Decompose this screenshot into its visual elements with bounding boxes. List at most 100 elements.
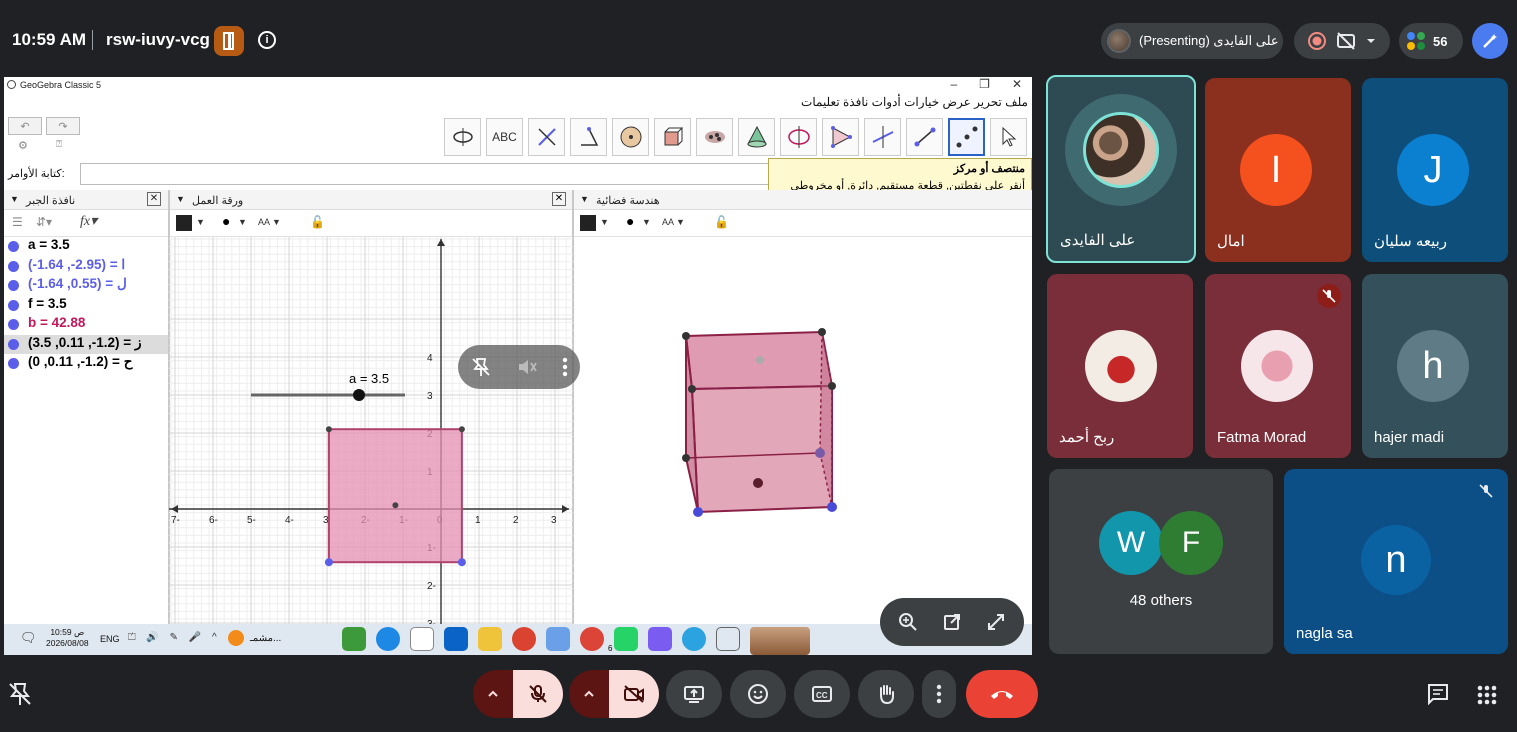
unpin-icon[interactable] xyxy=(470,356,492,378)
label-style-icon[interactable]: AA ▼ xyxy=(662,217,685,227)
others-tile[interactable]: W F 48 others xyxy=(1049,469,1273,654)
point-style-icon[interactable]: ● xyxy=(222,213,230,229)
cube[interactable] xyxy=(682,328,837,517)
search-thumbnail[interactable] xyxy=(750,627,810,655)
algebra-item[interactable]: a = 3.5 xyxy=(4,237,168,257)
visibility-toggle-icon[interactable] xyxy=(8,260,19,272)
edge-icon[interactable] xyxy=(376,627,400,651)
fx-icon[interactable]: fx▾ xyxy=(80,213,97,230)
notification-icon[interactable]: 🗨 xyxy=(20,630,37,646)
participant-tile[interactable]: n nagla sa xyxy=(1284,469,1508,654)
geogebra-icon[interactable] xyxy=(410,627,434,651)
point[interactable] xyxy=(457,558,466,567)
unpin-icon[interactable] xyxy=(6,680,34,708)
point[interactable] xyxy=(324,558,333,567)
task-view-icon[interactable] xyxy=(716,627,740,651)
open-in-new-icon[interactable] xyxy=(935,605,969,639)
text-tool-icon[interactable]: ABC xyxy=(486,118,523,156)
raise-hand-icon[interactable] xyxy=(858,670,914,718)
menu-bar[interactable]: ملف تحرير عرض خيارات أدوات نافذة تعليمات xyxy=(801,95,1028,109)
point[interactable] xyxy=(392,502,399,509)
lock-icon[interactable]: 🔓 xyxy=(714,215,729,229)
undo-icon[interactable]: ↶ xyxy=(8,117,42,135)
visibility-toggle-icon[interactable] xyxy=(8,319,19,330)
point[interactable] xyxy=(325,426,332,433)
panel-menu-icon[interactable]: ▼ xyxy=(176,194,185,204)
visibility-toggle-icon[interactable] xyxy=(8,299,19,311)
chevron-down-icon[interactable]: ▼ xyxy=(642,217,651,227)
participant-tile[interactable]: ربح أحمد xyxy=(1047,274,1193,458)
participant-tile[interactable]: h hajer madi xyxy=(1362,274,1508,458)
restore-icon[interactable]: ❐ xyxy=(979,77,990,91)
net-tool-icon[interactable] xyxy=(696,118,733,156)
lock-icon[interactable]: 🔓 xyxy=(310,215,325,229)
panel-menu-icon[interactable]: ▼ xyxy=(580,194,589,204)
panel-menu-icon[interactable]: ▼ xyxy=(10,194,19,204)
participant-tile[interactable]: Fatma Morad xyxy=(1205,274,1351,458)
fullscreen-icon[interactable] xyxy=(979,605,1013,639)
presenting-indicator[interactable]: (Presenting) على الفايدى xyxy=(1101,23,1283,59)
participant-tile[interactable]: على الفايدى xyxy=(1046,75,1196,263)
minimize-icon[interactable]: – xyxy=(950,77,957,91)
telegram-icon[interactable] xyxy=(682,627,706,651)
3d-graphics-view[interactable] xyxy=(574,237,1032,635)
visibility-toggle-icon[interactable] xyxy=(8,338,19,350)
point[interactable] xyxy=(458,426,465,433)
close-icon[interactable]: ✕ xyxy=(147,192,161,206)
activities-icon[interactable] xyxy=(1476,684,1498,711)
participant-tile[interactable]: J ربيعه سليان xyxy=(1362,78,1508,262)
algebra-item[interactable]: (-1.64 ,0.55) = ل xyxy=(4,276,168,296)
zoom-in-icon[interactable] xyxy=(891,605,925,639)
color-swatch-icon[interactable] xyxy=(176,215,192,231)
mic-off-icon[interactable] xyxy=(513,670,563,718)
chevron-down-icon[interactable]: ▼ xyxy=(196,217,205,227)
more-options-icon[interactable] xyxy=(922,670,956,718)
move-tool-icon[interactable] xyxy=(990,118,1027,156)
visibility-toggle-icon[interactable] xyxy=(8,280,19,291)
graphics-view[interactable]: 7-6-5-4-32-1-012343211-2-3-4-a = 3.5 xyxy=(169,237,573,635)
chevron-up-icon[interactable] xyxy=(473,670,513,718)
end-call-button[interactable] xyxy=(966,670,1038,718)
algebra-item[interactable]: (-1.64 ,-2.95) = ا xyxy=(4,257,168,277)
point-style-icon[interactable]: ● xyxy=(626,213,634,229)
people-button[interactable]: 56 xyxy=(1399,23,1463,59)
algebra-item[interactable]: (3.5 ,0.11 ,-1.2) = ز xyxy=(4,334,168,354)
help-icon[interactable]: ⍰ xyxy=(56,139,62,150)
perpendicular-tool-icon[interactable] xyxy=(864,118,901,156)
file-explorer-icon[interactable] xyxy=(478,627,502,651)
mute-audio-icon[interactable] xyxy=(516,356,538,378)
circle-axis-tool-icon[interactable] xyxy=(780,118,817,156)
chevron-up-icon[interactable] xyxy=(569,670,609,718)
chevron-down-icon[interactable]: ▼ xyxy=(238,217,247,227)
chat-icon[interactable] xyxy=(1426,682,1450,711)
present-screen-icon[interactable] xyxy=(666,670,722,718)
reflect-tool-icon[interactable] xyxy=(528,118,565,156)
polygon-tool-icon[interactable] xyxy=(822,118,859,156)
taskbar-app[interactable]: مشمـ... xyxy=(228,630,281,646)
more-options-icon[interactable] xyxy=(562,357,568,377)
door-icon[interactable] xyxy=(214,26,244,56)
cube-tool-icon[interactable] xyxy=(654,118,691,156)
visibility-toggle-icon[interactable] xyxy=(8,358,19,369)
visibility-toggle-icon[interactable] xyxy=(8,241,19,252)
slider-handle[interactable] xyxy=(353,389,365,401)
system-tray-icons[interactable]: ⏍ 🔊 ✎ 🎤 ^ xyxy=(128,632,221,643)
rotate-view-tool-icon[interactable] xyxy=(444,118,481,156)
color-swatch-icon[interactable] xyxy=(580,215,596,231)
gemini-icon[interactable] xyxy=(1472,23,1508,59)
sphere-tool-icon[interactable] xyxy=(612,118,649,156)
outlook-icon[interactable] xyxy=(444,627,468,651)
close-icon[interactable]: ✕ xyxy=(1012,77,1022,91)
order-icon[interactable]: ⇵▾ xyxy=(36,215,52,229)
emoji-icon[interactable] xyxy=(730,670,786,718)
whatsapp-icon[interactable]: 6 xyxy=(608,627,638,653)
algebra-item[interactable]: (0 ,0.11 ,-1.2) = ح xyxy=(4,354,168,374)
recording-controls[interactable] xyxy=(1294,23,1390,59)
copilot-icon[interactable] xyxy=(648,627,672,651)
algebra-item[interactable]: f = 3.5 xyxy=(4,296,168,316)
chevron-down-icon[interactable]: ▼ xyxy=(600,217,609,227)
algebra-item[interactable]: b = 42.88 xyxy=(4,315,168,335)
language-indicator[interactable]: ENG xyxy=(100,634,120,644)
square-polygon[interactable] xyxy=(327,428,463,564)
camera-off-icon[interactable] xyxy=(609,670,659,718)
